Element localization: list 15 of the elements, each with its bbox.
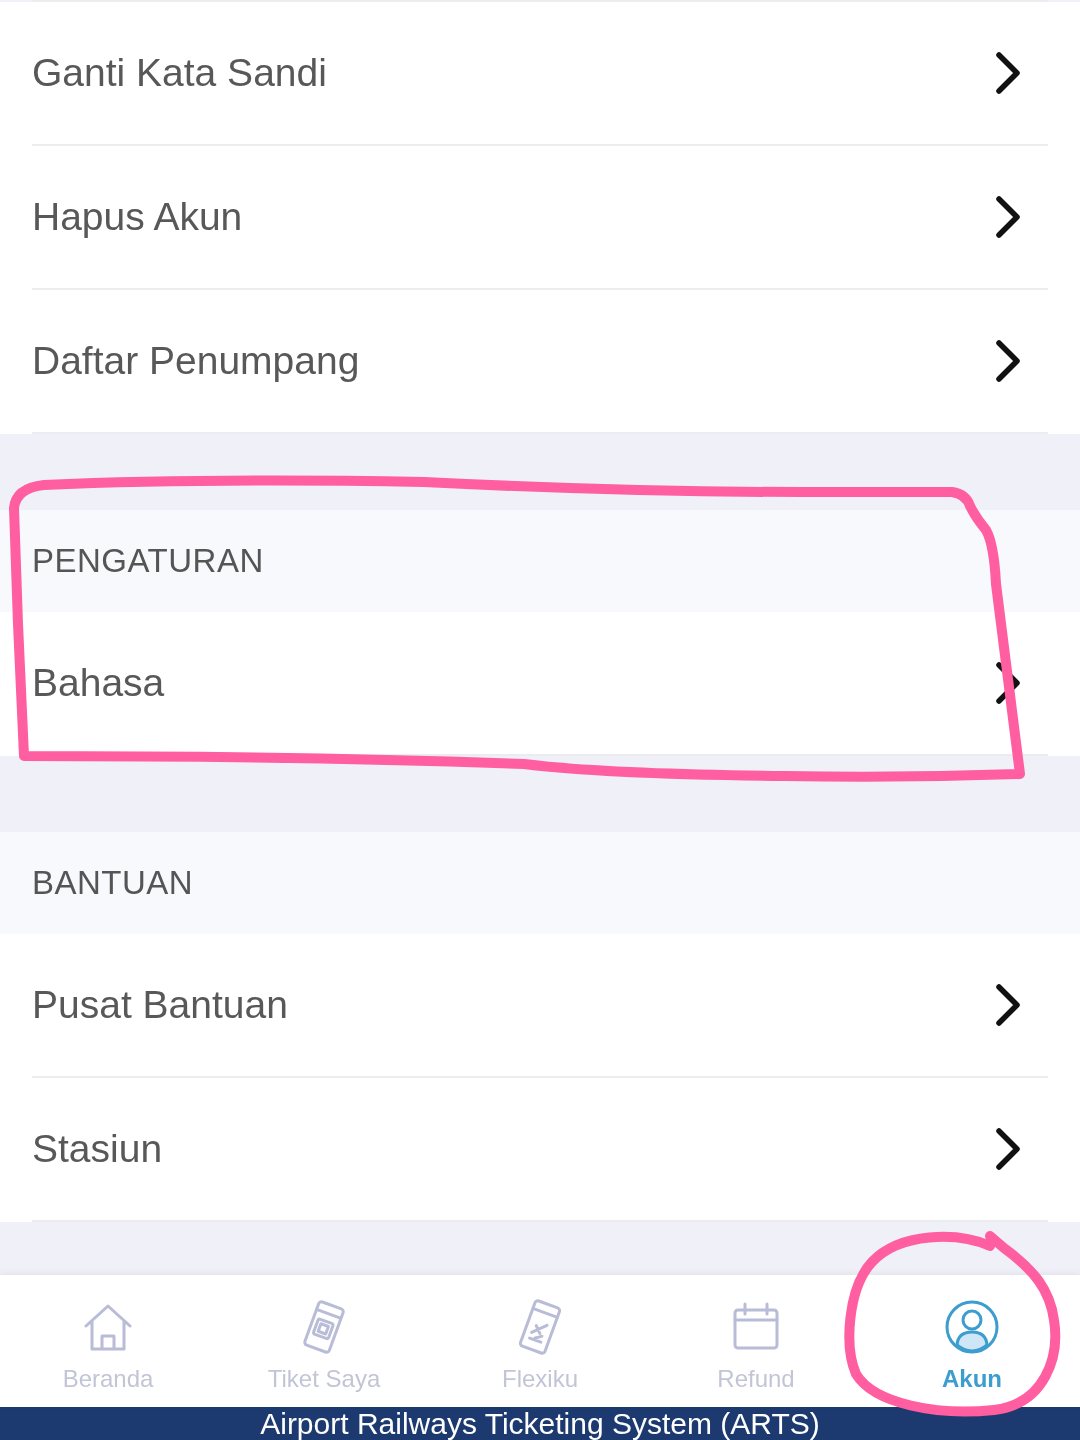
chevron-right-icon (994, 195, 1022, 239)
section-header: PENGATURAN (0, 510, 1080, 612)
footer-text: Airport Railways Ticketing System (ARTS) (260, 1407, 820, 1440)
chevron-right-icon (994, 1127, 1022, 1171)
chevron-right-icon (994, 339, 1022, 383)
menu-item[interactable]: Ganti Kata Sandi (32, 2, 1048, 146)
menu-item[interactable]: Bahasa (32, 612, 1048, 756)
chevron-right-icon (994, 983, 1022, 1027)
menu-item[interactable]: Hapus Akun (32, 146, 1048, 290)
menu-item[interactable]: Daftar Penumpang (32, 290, 1048, 434)
chevron-right-icon (994, 51, 1022, 95)
user-icon (944, 1299, 1000, 1355)
menu-item[interactable]: Pusat Bantuan (32, 934, 1048, 1078)
section-header: BANTUAN (0, 832, 1080, 934)
menu-item[interactable]: Stasiun (32, 1078, 1048, 1222)
